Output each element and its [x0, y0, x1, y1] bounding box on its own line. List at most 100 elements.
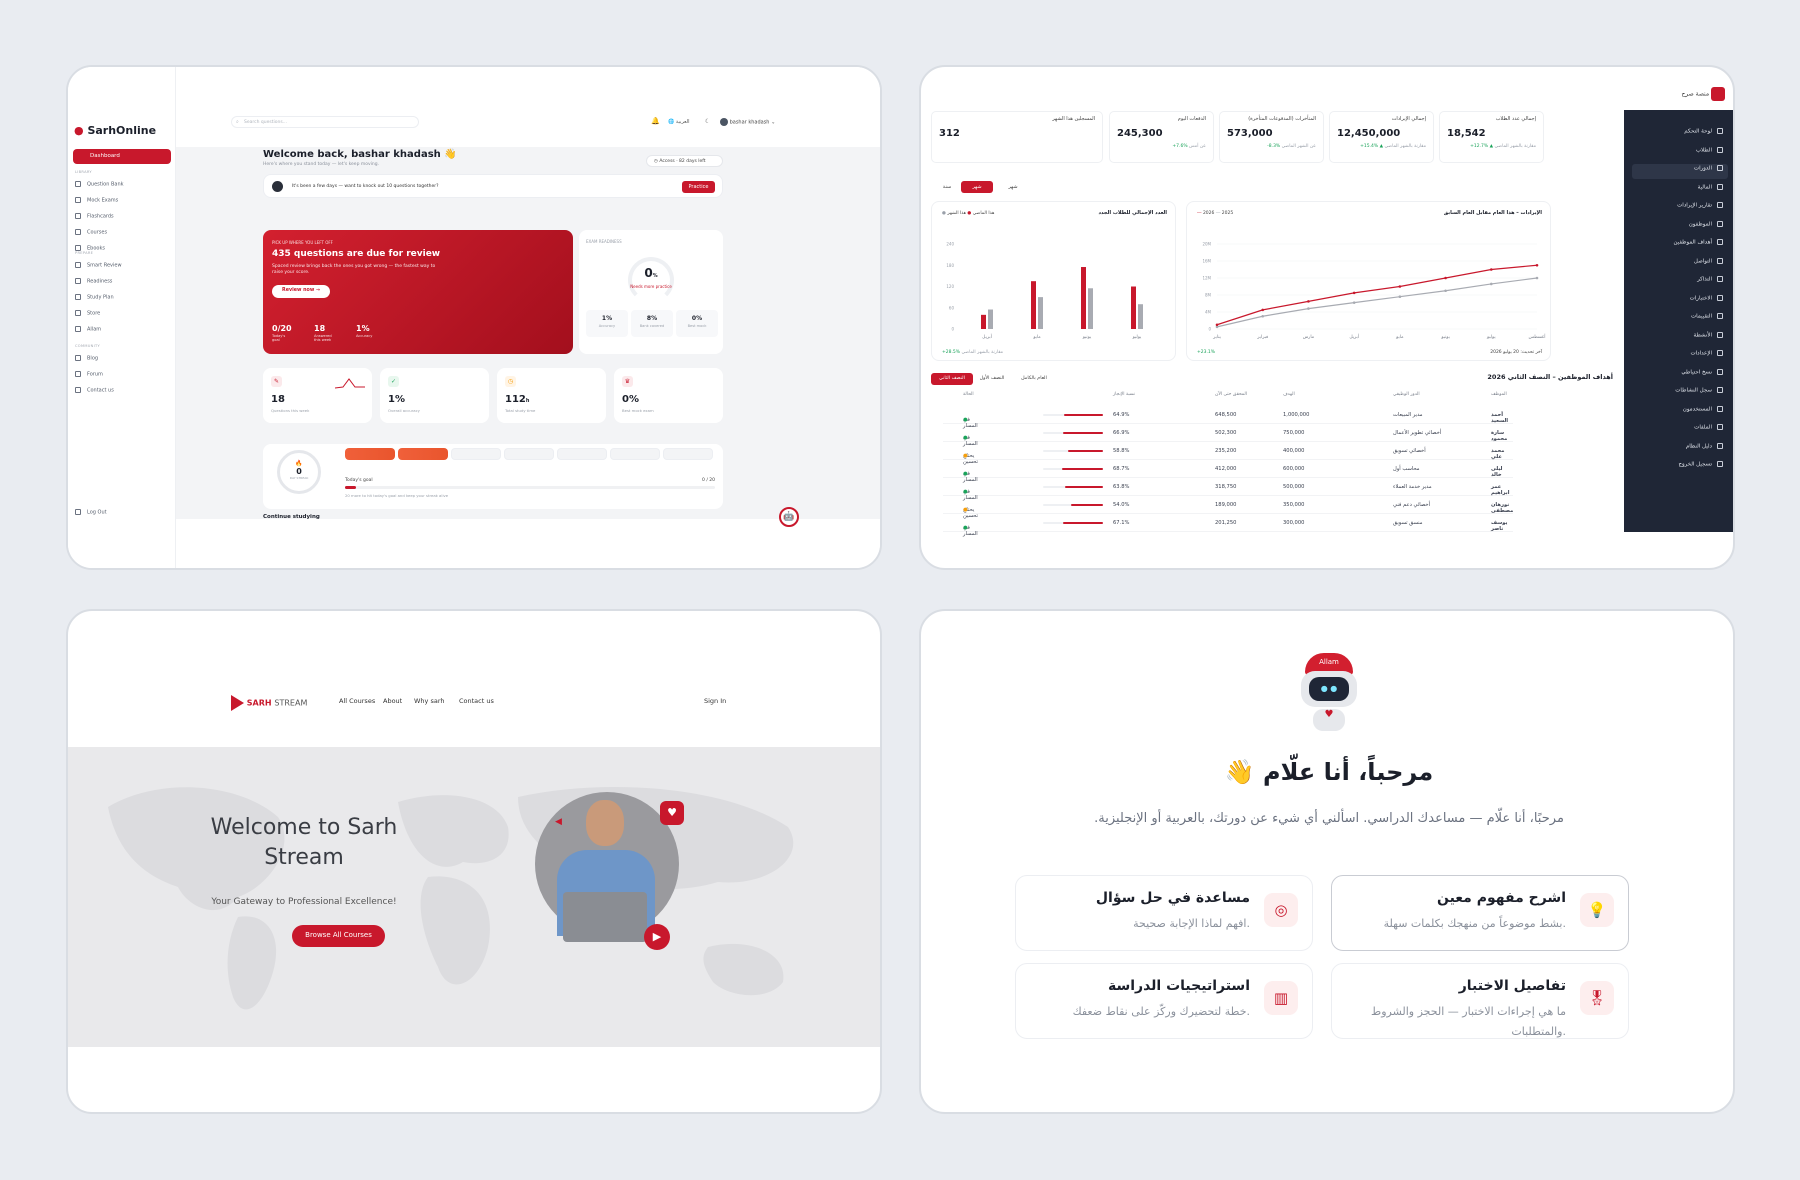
language-toggle[interactable]: 🌐 العربية	[668, 119, 690, 125]
hero-desc: Spaced review brings back the ones you g…	[272, 264, 436, 275]
admin-menu-item[interactable]: الدورات	[1633, 165, 1723, 172]
logo[interactable]: ● SarhOnline	[74, 124, 156, 137]
admin-menu-item[interactable]: الطلاب	[1633, 146, 1723, 153]
sidebar-item[interactable]: Flashcards	[75, 213, 114, 220]
revenue-chart-card: الإيرادات – هذا العام مقابل العام السابق…	[1186, 201, 1551, 361]
streak-ring: 🔥 0 DAY STREAK	[277, 450, 321, 494]
tile-value: 0%	[622, 394, 639, 405]
week-day-cell	[610, 448, 660, 460]
sidebar-item-label: Question Bank	[87, 181, 124, 188]
search-input[interactable]: ⌕ Search questions...	[231, 116, 419, 128]
admin-menu-item[interactable]: المالية	[1633, 183, 1723, 190]
admin-menu-item[interactable]: نسخ احتياطي	[1633, 368, 1723, 375]
admin-menu-item[interactable]: المستخدمون	[1633, 405, 1723, 412]
sidebar-item[interactable]: Forum	[75, 371, 103, 378]
sidebar-item[interactable]: Allam	[75, 326, 101, 333]
sidebar-item[interactable]: Smart Review	[75, 262, 122, 269]
legend-this: هذا الشهر	[947, 211, 966, 216]
table-row[interactable]: سارة محمود أخصائي تطوير الأعمال 750,000 …	[943, 425, 1513, 447]
admin-menu-item[interactable]: سجل النشاطات	[1633, 387, 1723, 394]
nav-link[interactable]: Why sarh	[414, 697, 445, 705]
target-icon: ◎	[1264, 893, 1298, 927]
stat-tile: ♛ 0% Best mock exam	[614, 368, 723, 423]
week-day-cell	[504, 448, 554, 460]
admin-menu-item[interactable]: الاختبارات	[1633, 294, 1723, 301]
suggestion-card[interactable]: 🎖 تفاصيل الاختبار ما هي إجراءات الاختبار…	[1331, 963, 1629, 1039]
hero-stat-label: Accuracy	[356, 334, 373, 338]
table-row[interactable]: عمر ابراهيم مدير خدمة العملاء 500,000 31…	[943, 479, 1513, 501]
user-menu[interactable]: bashar khadash ⌄	[720, 118, 775, 126]
column-header: الموظف	[1491, 392, 1507, 397]
line-change: +23.1%	[1197, 350, 1216, 355]
sidebar-item[interactable]: Readiness	[75, 278, 112, 285]
cell-percent: 67.1%	[1113, 520, 1130, 526]
robot-face: ● ●	[1309, 677, 1349, 701]
admin-menu-item[interactable]: الإعدادات	[1633, 350, 1723, 357]
y-tick-label: 4M	[1205, 310, 1212, 315]
admin-menu-item[interactable]: تسجيل الخروج	[1633, 461, 1723, 468]
nav-link[interactable]: All Courses	[339, 697, 375, 705]
x-tick-label: أغسطس	[1528, 333, 1545, 340]
kpi-value: 312	[939, 128, 960, 139]
admin-menu-label: المستخدمون	[1682, 406, 1712, 412]
sidebar-item-dashboard[interactable]: Dashboard	[73, 149, 171, 164]
sidebar-item[interactable]: Mock Exams	[75, 197, 118, 204]
progress-fill	[1070, 504, 1103, 506]
bar	[1138, 304, 1143, 329]
avatar	[720, 118, 728, 126]
bell-icon[interactable]: 🔔	[651, 117, 660, 125]
admin-menu-item[interactable]: الملفات	[1633, 424, 1723, 431]
admin-menu-item[interactable]: التواصل	[1633, 257, 1723, 264]
signin-link[interactable]: Sign In	[704, 697, 726, 705]
period-tab[interactable]: شهر	[961, 181, 993, 193]
logout-button[interactable]: Log Out	[75, 509, 107, 516]
sidebar-item[interactable]: Study Plan	[75, 294, 114, 301]
hero-stat: 0/20 Today's goal	[272, 324, 292, 342]
table-row[interactable]: أحمد السعيد مدير المبيعات 1,000,000 648,…	[943, 407, 1513, 429]
sidebar-item-label: Contact us	[87, 387, 114, 394]
admin-menu-item[interactable]: لوحة التحكم	[1633, 128, 1723, 135]
kpi-label: المتأخرات (المدفوعات المتأخرة)	[1248, 116, 1316, 122]
suggestion-card[interactable]: ◎ مساعدة في حل سؤال افهم لماذا الإجابة ص…	[1015, 875, 1313, 951]
assistant-intro: مرحبًا، أنا علّام — مساعدك الدراسي. اسأل…	[1094, 811, 1564, 826]
review-now-button[interactable]: Review now →	[272, 285, 330, 298]
period-tab[interactable]: شهر	[997, 181, 1029, 193]
admin-menu-item[interactable]: التذاكر	[1633, 276, 1723, 283]
table-row[interactable]: ليلى خالد محاسب أول 600,000 412,000 68.7…	[943, 461, 1513, 483]
nav-link[interactable]: Contact us	[459, 697, 494, 705]
kpi-change: -8.3%	[1267, 144, 1281, 149]
suggestion-card[interactable]: ▥ استراتيجيات الدراسة خطة لتحضيرك وركّز …	[1015, 963, 1313, 1039]
sidebar-item[interactable]: Blog	[75, 355, 98, 362]
sidebar-section-community: COMMUNITY	[75, 344, 101, 348]
week-day-cell	[398, 448, 448, 460]
admin-menu-label: التقييمات	[1691, 313, 1712, 320]
table-row[interactable]: محمد علي أخصائي تسويق 400,000 235,200 58…	[943, 443, 1513, 465]
admin-menu-item[interactable]: تقارير الإيرادات	[1633, 202, 1723, 209]
suggestion-card[interactable]: 💡 اشرح مفهوم معين بشط موضوعاً من منهجك ب…	[1331, 875, 1629, 951]
y-tick-label: 12M	[1202, 276, 1211, 281]
table-tab[interactable]: النصف الأول	[971, 373, 1013, 385]
nav-link[interactable]: About	[383, 697, 402, 705]
table-row[interactable]: نورهان مصطفى أخصائي دعم فني 350,000 189,…	[943, 497, 1513, 519]
theme-toggle-icon[interactable]: ☾	[705, 118, 710, 125]
admin-menu-item[interactable]: أهداف الموظفين	[1633, 239, 1723, 246]
period-tab[interactable]: سنة	[931, 181, 963, 193]
admin-menu-item[interactable]: الأنشطة	[1633, 331, 1723, 338]
sidebar-item[interactable]: Contact us	[75, 387, 114, 394]
sidebar-item[interactable]: Courses	[75, 229, 107, 236]
table-tab[interactable]: العام بالكامل	[1013, 373, 1055, 385]
practice-button[interactable]: Practice	[682, 181, 715, 193]
admin-menu-label: نسخ احتياطي	[1681, 369, 1712, 375]
table-tab[interactable]: النصف الثاني	[931, 373, 973, 385]
table-row[interactable]: يوسف ناصر منسق تسويق 300,000 201,250 67.…	[943, 515, 1513, 537]
admin-menu-item[interactable]: الموظفون	[1633, 220, 1723, 227]
hero-stat-value: 0/20	[272, 324, 292, 333]
sidebar-item[interactable]: Store	[75, 310, 100, 317]
admin-menu-item[interactable]: دليل النظام	[1633, 442, 1723, 449]
browse-courses-button[interactable]: Browse All Courses	[292, 925, 385, 947]
chat-fab-button[interactable]: 🤖	[779, 507, 799, 527]
admin-menu-item[interactable]: التقييمات	[1633, 313, 1723, 320]
admin-menu-label: الأنشطة	[1693, 332, 1712, 338]
stream-logo[interactable]: SARH STREAM	[231, 695, 307, 711]
sidebar-item[interactable]: Question Bank	[75, 181, 124, 188]
